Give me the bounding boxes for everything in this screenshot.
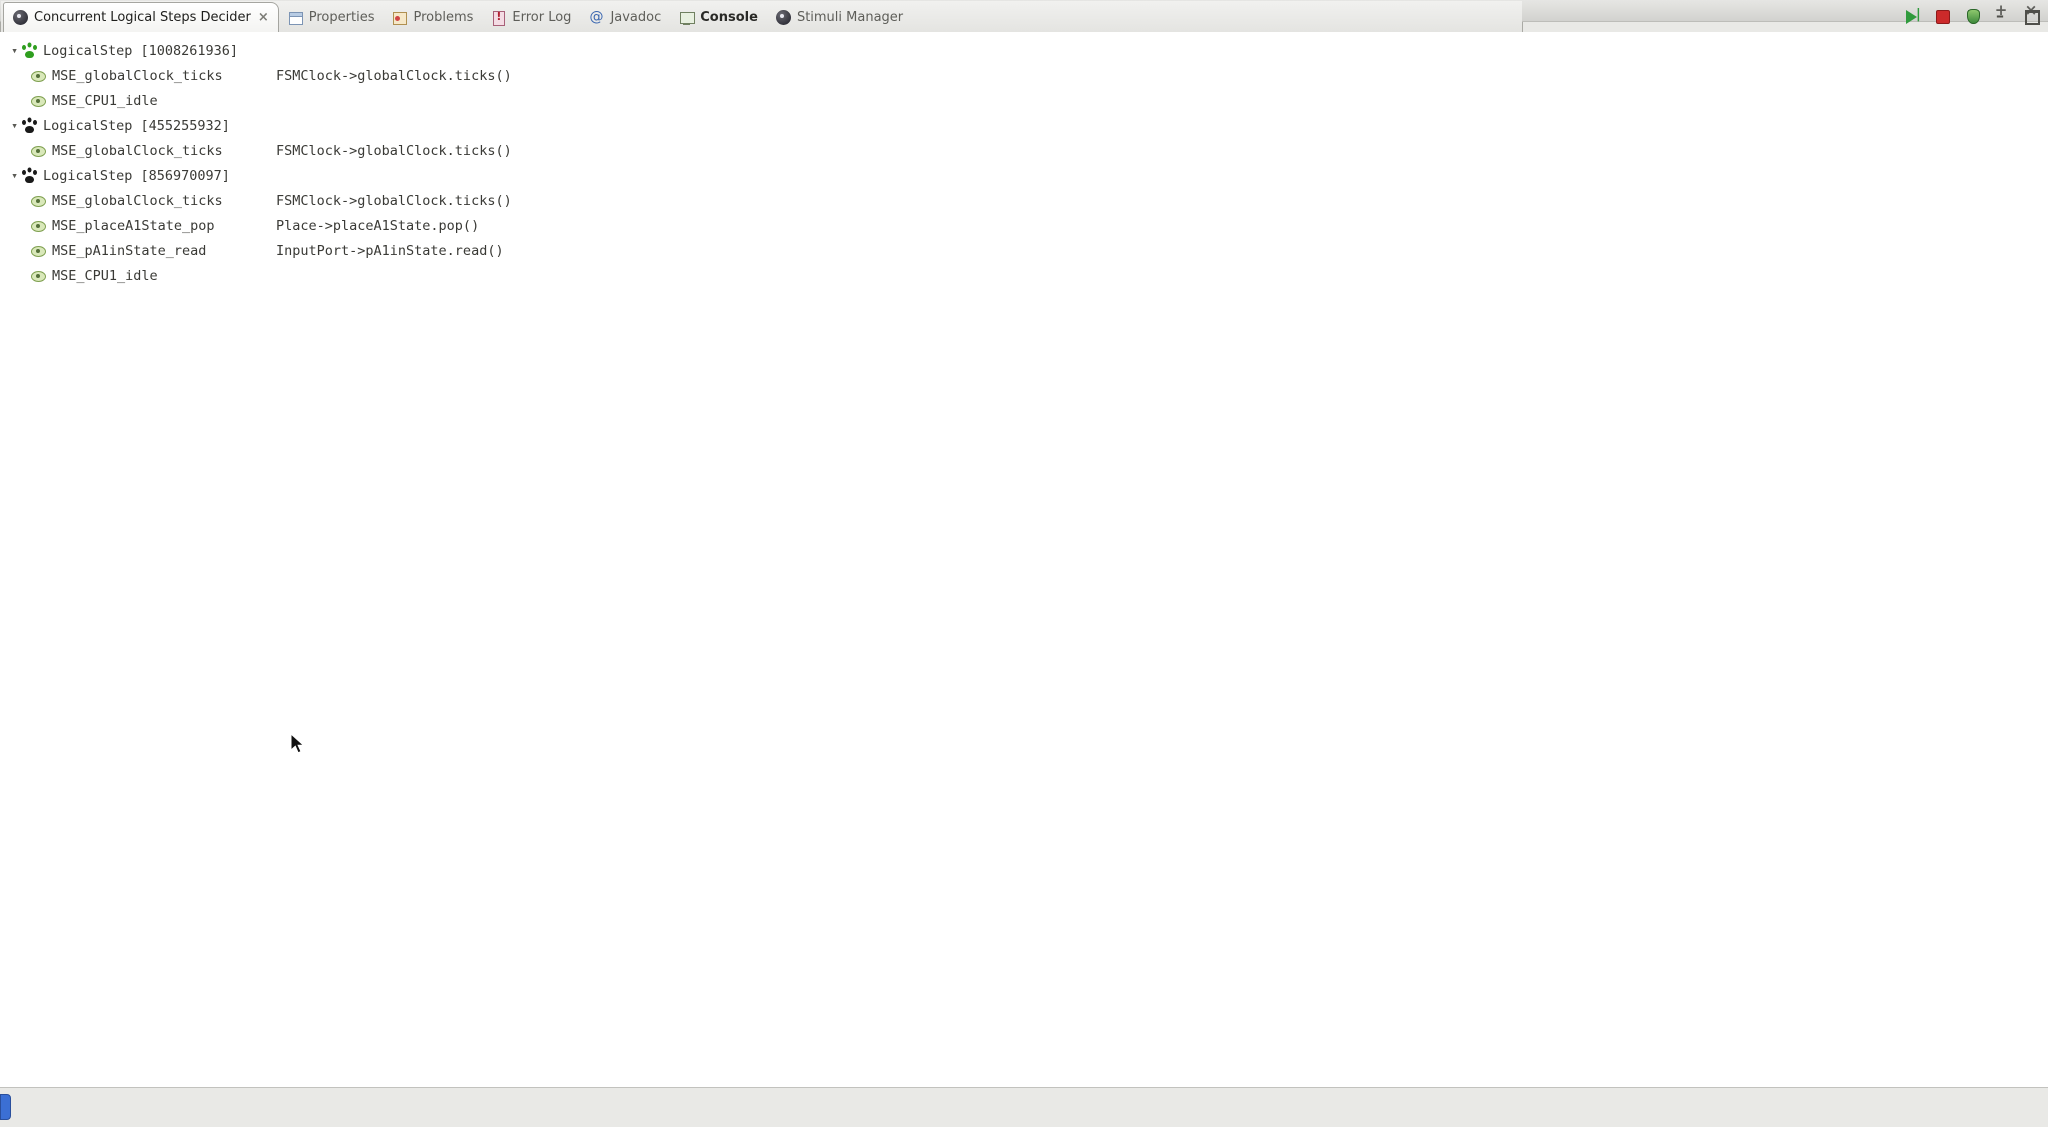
tab-icon <box>589 10 604 25</box>
close-icon[interactable]: × <box>257 10 269 25</box>
step-icon <box>30 92 49 109</box>
decider-mode-icon[interactable] <box>1964 8 1980 24</box>
bottom-tab[interactable]: Problems <box>383 2 482 32</box>
tab-icon <box>392 10 407 25</box>
maximize-view-icon[interactable] <box>2024 8 2040 24</box>
bottom-tab[interactable]: Concurrent Logical Steps Decider × <box>3 2 279 32</box>
minimize-view-icon[interactable] <box>1994 8 2010 24</box>
logical-step-row[interactable]: MSE_CPU1_idle <box>0 88 2048 113</box>
step-icon <box>30 67 49 84</box>
logical-step-row[interactable]: MSE_placeA1State_pop Place->placeA1State… <box>0 213 2048 238</box>
step-icon <box>30 267 49 284</box>
bottom-tab[interactable]: Javadoc <box>580 2 670 32</box>
step-icon <box>30 142 49 159</box>
bottom-tab[interactable]: Error Log <box>482 2 580 32</box>
step-icon <box>30 242 49 259</box>
bottom-tab[interactable]: Console <box>670 2 767 32</box>
notification-chip[interactable] <box>0 1094 11 1120</box>
step-icon <box>30 192 49 209</box>
tab-icon <box>679 10 694 25</box>
logical-steps-tree: LogicalStep [1008261936] MSE_globalClock… <box>0 32 2048 1127</box>
logical-step-row[interactable]: MSE_CPU1_idle <box>0 263 2048 288</box>
gemoc-studio-window: xDSML - platform:/resource/org.gemoc.sam… <box>0 0 2048 1127</box>
logical-step-row[interactable]: LogicalStep [1008261936] <box>0 38 2048 63</box>
logical-step-row[interactable]: LogicalStep [455255932] <box>0 113 2048 138</box>
tab-icon <box>491 10 506 25</box>
bottom-tab[interactable]: Stimuli Manager <box>767 2 912 32</box>
tab-icon <box>13 10 28 25</box>
logical-step-row[interactable]: MSE_pA1inState_read InputPort->pA1inStat… <box>0 238 2048 263</box>
logical-step-row[interactable]: MSE_globalClock_ticks FSMClock->globalCl… <box>0 188 2048 213</box>
stop-icon[interactable] <box>1934 8 1950 24</box>
step-icon <box>21 117 40 134</box>
bottom-tabs: Concurrent Logical Steps Decider × Prope… <box>1 1 1522 33</box>
step-icon <box>21 42 40 59</box>
step-icon <box>21 167 40 184</box>
logical-step-row[interactable]: MSE_globalClock_ticks FSMClock->globalCl… <box>0 138 2048 163</box>
tab-icon <box>776 10 791 25</box>
mouse-cursor <box>290 733 306 755</box>
logical-step-row[interactable]: LogicalStep [856970097] <box>0 163 2048 188</box>
expand-arrow-icon[interactable] <box>8 44 21 57</box>
expand-arrow-icon[interactable] <box>8 169 21 182</box>
steps-decider-view: Concurrent Logical Steps Decider × Prope… <box>0 0 1523 295</box>
resume-icon[interactable] <box>1904 8 1920 24</box>
step-icon <box>30 217 49 234</box>
logical-step-row[interactable]: MSE_globalClock_ticks FSMClock->globalCl… <box>0 63 2048 88</box>
bottom-tab[interactable]: Properties <box>279 2 384 32</box>
expand-arrow-icon[interactable] <box>8 119 21 132</box>
tab-icon <box>288 10 303 25</box>
status-bar <box>0 1087 2048 1127</box>
